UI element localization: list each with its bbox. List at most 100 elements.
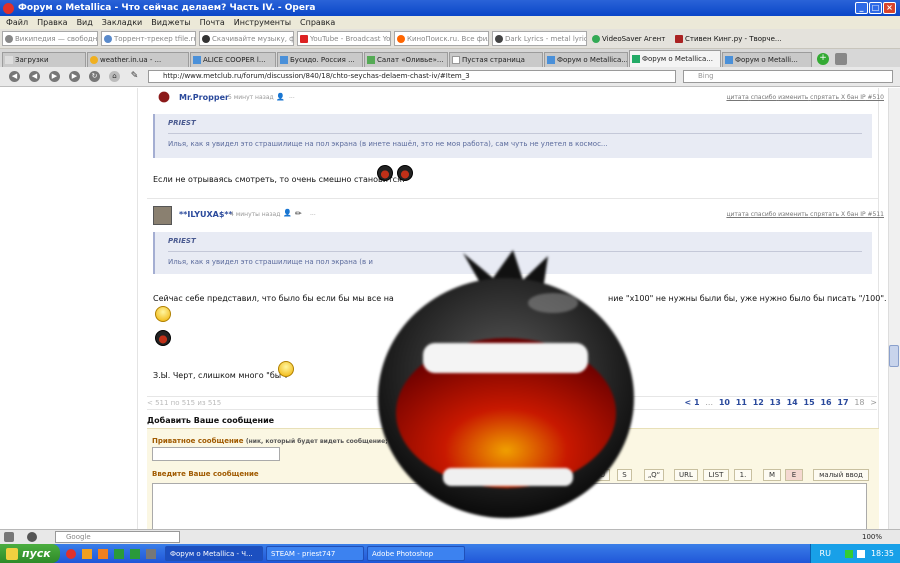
tab-salat[interactable]: Салат «Оливье»...: [364, 52, 448, 67]
post-ps: З.Ы. Черт, слишком много "бы".: [153, 371, 288, 380]
home-icon[interactable]: ⌂: [109, 71, 120, 82]
tab-metallica-1[interactable]: Форум о Metallica...: [544, 52, 628, 67]
new-tab-icon[interactable]: +: [817, 53, 829, 65]
minimize-button[interactable]: _: [855, 2, 868, 14]
menu-mail[interactable]: Почта: [200, 18, 225, 27]
page-link[interactable]: 14: [787, 398, 798, 407]
page-link[interactable]: 10: [719, 398, 730, 407]
post-number[interactable]: #511: [868, 211, 884, 218]
tab-blank[interactable]: Пустая страница: [449, 52, 543, 67]
post-number[interactable]: #510: [868, 94, 884, 101]
action-thanks[interactable]: спасибо: [751, 94, 776, 101]
action-edit[interactable]: изменить: [778, 211, 808, 218]
menu-help[interactable]: Справка: [300, 18, 335, 27]
page-link[interactable]: 13: [770, 398, 781, 407]
maximize-button[interactable]: □: [869, 2, 882, 14]
forward-icon[interactable]: ▶: [49, 71, 60, 82]
action-hide[interactable]: спрятать: [810, 94, 839, 101]
url-button[interactable]: URL: [674, 469, 698, 481]
task-photoshop[interactable]: Adobe Photoshop: [367, 546, 465, 561]
app-icon[interactable]: [114, 548, 124, 559]
app-icon[interactable]: [146, 548, 156, 559]
menu-view[interactable]: Вид: [77, 18, 93, 27]
action-delete[interactable]: X: [841, 211, 845, 218]
task-steam[interactable]: STEAM - priest747: [266, 546, 364, 561]
trash-icon[interactable]: [835, 53, 847, 65]
action-edit[interactable]: изменить: [778, 94, 808, 101]
bookmark-darklyrics[interactable]: Dark Lyrics - metal lyrics a: [492, 31, 587, 46]
bookmark-wikipedia[interactable]: Википедия — свободная: [2, 31, 98, 46]
menu-tools[interactable]: Инструменты: [234, 18, 291, 27]
menu-edit[interactable]: Правка: [37, 18, 67, 27]
bookmark-stephen-king[interactable]: Стивен Кинг.ру - Творче...: [673, 31, 783, 46]
page-link[interactable]: 17: [837, 398, 848, 407]
menu-bookmarks[interactable]: Закладки: [102, 18, 142, 27]
list-button[interactable]: LIST: [703, 469, 729, 481]
rewind-icon[interactable]: ◀: [29, 71, 40, 82]
zoom-level[interactable]: 100%: [862, 533, 882, 541]
action-delete[interactable]: X: [841, 94, 845, 101]
bookmark-music[interactable]: Скачивайте музыку, фи: [199, 31, 294, 46]
address-bar[interactable]: http://www.metclub.ru/forum/discussion/8…: [148, 70, 676, 83]
bookmark-torrent[interactable]: Торрент-трекер tfile.ru: [101, 31, 196, 46]
small-input-button[interactable]: малый ввод: [813, 469, 869, 481]
page-link[interactable]: 11: [736, 398, 747, 407]
page-link[interactable]: 12: [753, 398, 764, 407]
page-link-first[interactable]: < 1: [685, 398, 700, 407]
bookmark-youtube[interactable]: YouTube - Broadcast Your: [297, 31, 391, 46]
action-quote[interactable]: цитата: [726, 211, 748, 218]
tab-metallica-3[interactable]: Форум о Metalli...: [722, 52, 812, 67]
download-icon: [5, 56, 13, 64]
language-indicator[interactable]: RU: [820, 549, 831, 558]
bookmark-kinopoisk[interactable]: КиноПоиск.ru. Все фильм: [394, 31, 489, 46]
app-icon[interactable]: [98, 548, 108, 559]
back-icon[interactable]: ◀: [9, 71, 20, 82]
fast-forward-icon[interactable]: ▶: [69, 71, 80, 82]
opera-icon[interactable]: [66, 548, 76, 559]
action-ban-ip[interactable]: бан IP: [847, 94, 866, 101]
menu-widgets[interactable]: Виджеты: [151, 18, 190, 27]
darklyrics-icon: [495, 34, 503, 43]
action-ban-ip[interactable]: бан IP: [847, 211, 866, 218]
bookmark-videosaver[interactable]: VideoSaver Агент: [590, 31, 670, 46]
page-next[interactable]: >: [870, 398, 877, 407]
close-button[interactable]: ×: [883, 2, 896, 14]
page-link[interactable]: 16: [820, 398, 831, 407]
forum-icon: [632, 55, 640, 63]
tab-downloads[interactable]: Загрузки: [2, 52, 86, 67]
tab-weather[interactable]: weather.in.ua - ...: [87, 52, 189, 67]
lock-icon: [547, 56, 555, 64]
task-opera[interactable]: Форум о Metallica - Ч...: [165, 546, 263, 561]
tab-alice-cooper[interactable]: ALICE COOPER l...: [190, 52, 276, 67]
opera-unite-icon[interactable]: [27, 532, 37, 542]
app-icon[interactable]: [130, 548, 140, 559]
tray-icon[interactable]: [856, 549, 865, 558]
e-button[interactable]: E: [785, 469, 803, 481]
post-author[interactable]: Mr.Propper: [179, 93, 229, 102]
laughing-smiley-icon: [155, 330, 171, 346]
quote-text: Илья, как я увидел это страшилище на пол…: [168, 258, 373, 266]
post-more[interactable]: ...: [289, 93, 295, 100]
page-link[interactable]: 15: [804, 398, 815, 407]
post-author[interactable]: **ILYUXA$**: [179, 210, 233, 219]
numbered-list-button[interactable]: 1.: [734, 469, 752, 481]
tab-busido[interactable]: Бусидо. Россия ...: [277, 52, 363, 67]
vertical-scrollbar[interactable]: [888, 88, 900, 529]
menu-file[interactable]: Файл: [6, 18, 28, 27]
tray-icon[interactable]: [844, 549, 853, 558]
action-thanks[interactable]: спасибо: [751, 211, 776, 218]
search-field[interactable]: Bing: [683, 70, 893, 83]
action-quote[interactable]: цитата: [726, 94, 748, 101]
app-icon[interactable]: [82, 548, 92, 559]
edit-icon[interactable]: ✎: [129, 71, 140, 82]
tab-metallica-active[interactable]: Форум о Metallica...: [629, 50, 721, 67]
panel-toggle-icon[interactable]: [4, 532, 14, 542]
start-button[interactable]: пуск: [0, 544, 60, 563]
action-hide[interactable]: спрятать: [810, 211, 839, 218]
reload-icon[interactable]: ↻: [89, 71, 100, 82]
scrollbar-thumb[interactable]: [889, 345, 899, 367]
post-more[interactable]: ...: [310, 210, 316, 217]
private-recipient-input[interactable]: [152, 447, 280, 461]
m-button[interactable]: M: [763, 469, 781, 481]
statusbar-search[interactable]: Google: [55, 531, 180, 543]
